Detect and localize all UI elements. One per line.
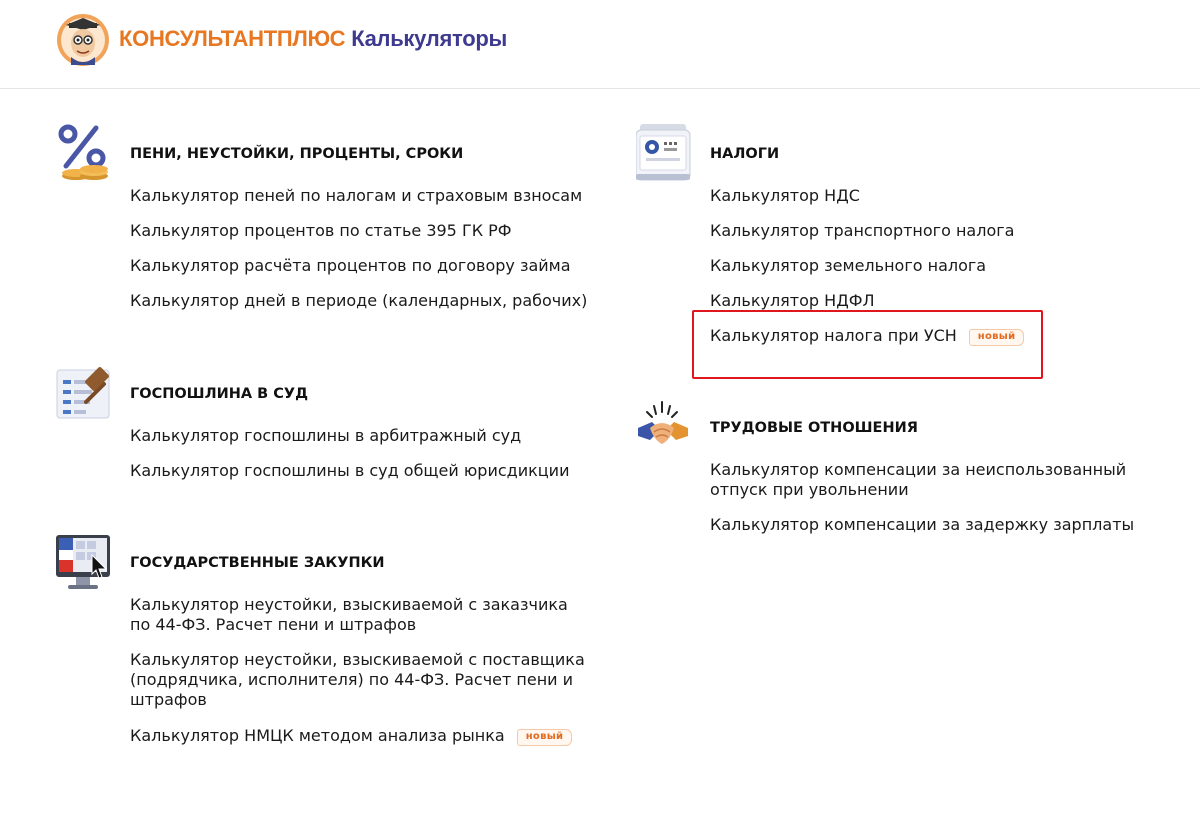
brand-main: КонсультантПлюс <box>119 26 346 51</box>
consultant-mascot-logo-icon[interactable] <box>56 13 110 67</box>
link-nmck-label: Калькулятор НМЦК методом анализа рынка <box>130 726 505 745</box>
section-zakupki: Государственные закупки Калькулятор неус… <box>56 533 585 763</box>
link-kompensaciya-zarplata[interactable]: Калькулятор компенсации за задержку зарп… <box>710 515 1134 535</box>
percent-coins-icon <box>56 124 112 182</box>
link-procenty-395[interactable]: Калькулятор процентов по статье 395 ГК Р… <box>130 221 512 241</box>
link-kompensaciya-otpusk-line2[interactable]: отпуск при увольнении <box>710 480 909 500</box>
link-transportny-nalog[interactable]: Калькулятор транспортного налога <box>710 221 1014 241</box>
brand-sub: Калькуляторы <box>351 26 507 51</box>
link-neustoika-postavshchik-line3[interactable]: штрафов <box>130 690 207 710</box>
new-badge: новый <box>516 729 573 746</box>
link-nds[interactable]: Калькулятор НДС <box>710 186 860 206</box>
link-dni-v-periode[interactable]: Калькулятор дней в периоде (календарных,… <box>130 291 587 311</box>
gavel-document-icon <box>56 364 112 422</box>
section-title-zakupki: Государственные закупки <box>130 555 385 571</box>
section-trud: Трудовые отношения Калькулятор компенсац… <box>636 400 1156 550</box>
link-neustoika-zakazchik-line1[interactable]: Калькулятор неустойки, взыскиваемой с за… <box>130 595 568 615</box>
section-title-peni: Пени, неустойки, проценты, сроки <box>130 146 464 162</box>
link-nmck[interactable]: Калькулятор НМЦК методом анализа рынка но… <box>130 726 573 746</box>
highlight-frame <box>692 310 1043 379</box>
link-gosposhlina-arbitrazh[interactable]: Калькулятор госпошлины в арбитражный суд <box>130 426 521 446</box>
section-title-nalogi: Налоги <box>710 146 780 162</box>
section-title-gosposhlina: Госпошлина в суд <box>130 386 309 402</box>
link-zemelny-nalog[interactable]: Калькулятор земельного налога <box>710 256 986 276</box>
brand-title[interactable]: КонсультантПлюс Калькуляторы <box>119 26 507 52</box>
handshake-icon <box>636 400 692 458</box>
link-procenty-zaim[interactable]: Калькулятор расчёта процентов по договор… <box>130 256 571 276</box>
link-neustoika-postavshchik-line2[interactable]: (подрядчика, исполнителя) по 44-ФЗ. Расч… <box>130 670 573 690</box>
link-peni-nalogi[interactable]: Калькулятор пеней по налогам и страховым… <box>130 186 582 206</box>
section-gosposhlina: Госпошлина в суд Калькулятор госпошлины … <box>56 364 576 484</box>
link-ndfl[interactable]: Калькулятор НДФЛ <box>710 291 875 311</box>
tax-printer-icon <box>635 124 692 182</box>
section-peni: Пени, неустойки, проценты, сроки Калькул… <box>56 124 587 314</box>
link-neustoika-postavshchik-line1[interactable]: Калькулятор неустойки, взыскиваемой с по… <box>130 650 585 670</box>
section-title-trud: Трудовые отношения <box>710 420 918 436</box>
link-neustoika-zakazchik-line2[interactable]: по 44-ФЗ. Расчет пени и штрафов <box>130 615 416 635</box>
monitor-cursor-icon <box>56 533 112 591</box>
site-header: КонсультантПлюс Калькуляторы <box>0 0 1200 89</box>
link-kompensaciya-otpusk-line1[interactable]: Калькулятор компенсации за неиспользован… <box>710 460 1126 480</box>
link-gosposhlina-obshchaya[interactable]: Калькулятор госпошлины в суд общей юрисд… <box>130 461 569 481</box>
